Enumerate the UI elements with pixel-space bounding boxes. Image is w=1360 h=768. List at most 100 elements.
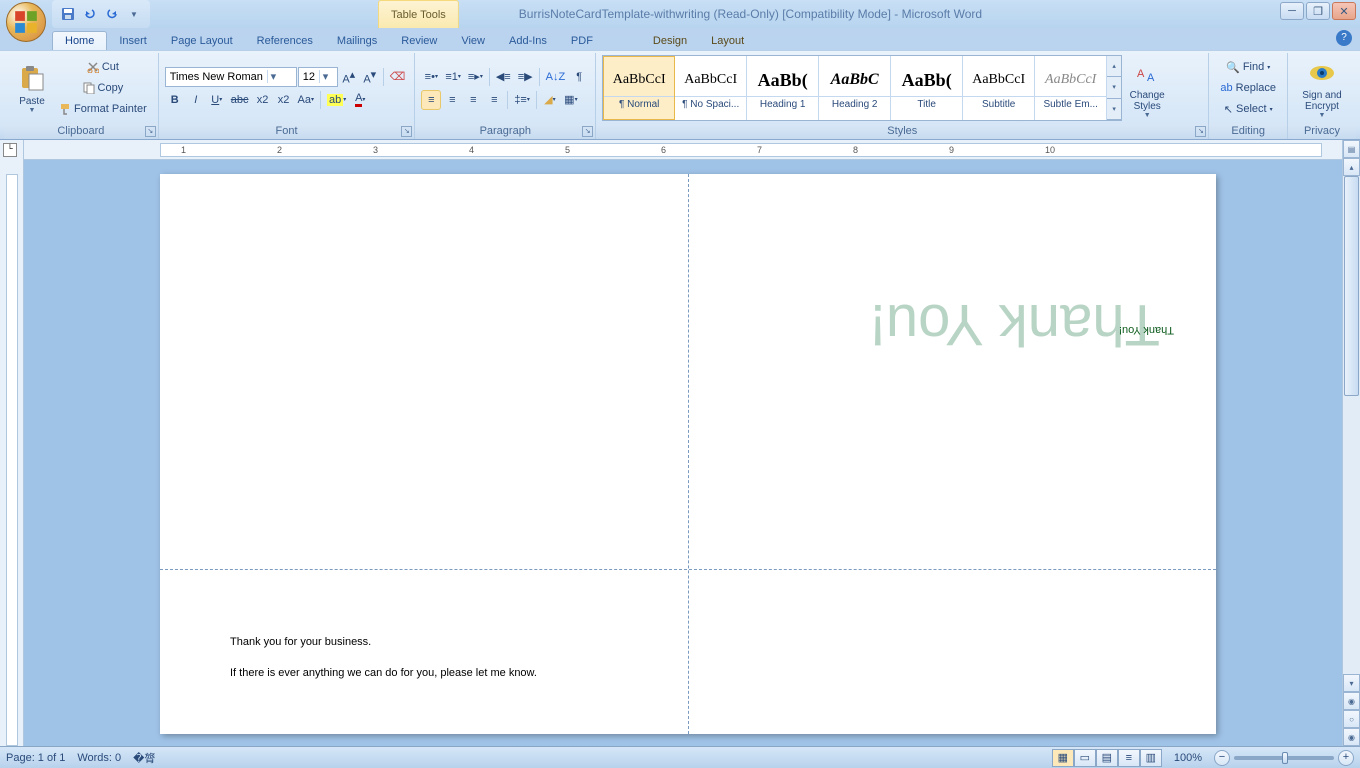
zoom-handle[interactable] xyxy=(1282,752,1288,764)
restore-button[interactable]: ❐ xyxy=(1306,2,1330,20)
style-normal[interactable]: AaBbCcI¶ Normal xyxy=(603,56,675,120)
scroll-down[interactable]: ▾ xyxy=(1343,674,1360,692)
document-page[interactable]: Thank You! Thank You! Thank you for your… xyxy=(160,174,1216,734)
undo-button[interactable] xyxy=(80,4,100,24)
status-page[interactable]: Page: 1 of 1 xyxy=(6,752,65,764)
select-button[interactable]: ↖Select ▾ xyxy=(1215,99,1281,119)
styles-gallery[interactable]: AaBbCcI¶ Normal AaBbCcI¶ No Spaci... AaB… xyxy=(602,55,1122,121)
align-left-button[interactable]: ≡ xyxy=(421,90,441,110)
redo-button[interactable] xyxy=(102,4,122,24)
style-subtitle[interactable]: AaBbCcISubtitle xyxy=(963,56,1035,120)
thank-you-wordart[interactable]: Thank You! Thank You! xyxy=(724,324,1174,335)
vertical-ruler[interactable]: └ xyxy=(0,140,24,746)
zoom-out-button[interactable]: − xyxy=(1214,750,1230,766)
contextual-tab-label: Table Tools xyxy=(378,0,459,28)
tab-design[interactable]: Design xyxy=(641,32,699,50)
help-button[interactable]: ? xyxy=(1336,30,1352,46)
scroll-up[interactable]: ▴ xyxy=(1343,158,1360,176)
change-styles-button[interactable]: AA Change Styles▼ xyxy=(1122,55,1172,121)
scroll-thumb[interactable] xyxy=(1344,176,1359,396)
status-language-icon[interactable]: �膂 xyxy=(133,750,155,766)
shading-button[interactable]: ◢▾ xyxy=(540,90,560,110)
line-spacing-button[interactable]: ‡≡▾ xyxy=(511,90,533,110)
prev-page[interactable]: ◉ xyxy=(1343,692,1360,710)
styles-launcher[interactable]: ↘ xyxy=(1195,126,1206,137)
replace-button[interactable]: abReplace xyxy=(1215,78,1281,98)
sign-encrypt-button[interactable]: Sign and Encrypt▼ xyxy=(1294,55,1350,121)
close-button[interactable]: ✕ xyxy=(1332,2,1356,20)
status-words[interactable]: Words: 0 xyxy=(77,752,121,764)
next-page[interactable]: ◉ xyxy=(1343,728,1360,746)
gallery-scroll[interactable]: ▴▾▾ xyxy=(1107,56,1121,120)
strikethrough-button[interactable]: abc xyxy=(228,90,252,110)
save-button[interactable] xyxy=(58,4,78,24)
office-button[interactable] xyxy=(6,2,46,42)
font-color-icon: A xyxy=(355,92,362,107)
vertical-scrollbar[interactable]: ▤ ▴ ▾ ◉ ○ ◉ xyxy=(1342,140,1360,746)
tab-view[interactable]: View xyxy=(449,32,497,50)
view-full-screen[interactable]: ▭ xyxy=(1074,749,1096,767)
qat-customize[interactable]: ▼ xyxy=(124,4,144,24)
browse-object[interactable]: ○ xyxy=(1343,710,1360,728)
format-painter-button[interactable]: Format Painter xyxy=(54,99,152,119)
view-print-layout[interactable]: ▦ xyxy=(1052,749,1074,767)
style-heading2[interactable]: AaBbCHeading 2 xyxy=(819,56,891,120)
align-center-button[interactable]: ≡ xyxy=(442,90,462,110)
font-color-button[interactable]: A▾ xyxy=(350,90,370,110)
zoom-level[interactable]: 100% xyxy=(1174,752,1202,764)
paragraph-launcher[interactable]: ↘ xyxy=(582,126,593,137)
multilevel-button[interactable]: ≡▸▾ xyxy=(465,67,486,87)
bold-button[interactable]: B xyxy=(165,90,185,110)
view-web-layout[interactable]: ▤ xyxy=(1096,749,1118,767)
increase-indent-button[interactable]: ≡▶ xyxy=(515,67,536,87)
tab-layout[interactable]: Layout xyxy=(699,32,756,50)
view-draft[interactable]: ▥ xyxy=(1140,749,1162,767)
find-button[interactable]: 🔍Find ▾ xyxy=(1215,57,1281,77)
numbering-button[interactable]: ≡1▾ xyxy=(442,67,464,87)
underline-button[interactable]: U ▾ xyxy=(207,90,227,110)
font-name-combo[interactable]: Times New Roman▾ xyxy=(165,67,297,87)
tab-selector[interactable]: └ xyxy=(3,143,17,157)
shrink-font-button[interactable]: A▾ xyxy=(360,67,380,87)
tab-references[interactable]: References xyxy=(245,32,325,50)
copy-button[interactable]: Copy xyxy=(54,78,152,98)
align-right-button[interactable]: ≡ xyxy=(463,90,483,110)
clipboard-launcher[interactable]: ↘ xyxy=(145,126,156,137)
superscript-button[interactable]: x2 xyxy=(274,90,294,110)
horizontal-ruler[interactable]: 12345678910 xyxy=(24,140,1342,160)
zoom-slider[interactable] xyxy=(1234,756,1334,760)
highlight-button[interactable]: ab▾ xyxy=(324,90,349,110)
view-outline[interactable]: ≡ xyxy=(1118,749,1140,767)
italic-button[interactable]: I xyxy=(186,90,206,110)
tab-mailings[interactable]: Mailings xyxy=(325,32,389,50)
cut-button[interactable]: Cut xyxy=(54,57,152,77)
show-marks-button[interactable]: ¶ xyxy=(569,67,589,87)
style-title[interactable]: AaBb(Title xyxy=(891,56,963,120)
zoom-in-button[interactable]: + xyxy=(1338,750,1354,766)
card-body-text[interactable]: Thank you for your business. If there is… xyxy=(230,634,660,695)
tab-insert[interactable]: Insert xyxy=(107,32,159,50)
justify-button[interactable]: ≡ xyxy=(484,90,504,110)
style-subtle-em[interactable]: AaBbCcISubtle Em... xyxy=(1035,56,1107,120)
sort-button[interactable]: A↓Z xyxy=(543,67,569,87)
change-case-button[interactable]: Aa▾ xyxy=(295,90,317,110)
tab-home[interactable]: Home xyxy=(52,31,107,50)
tab-addins[interactable]: Add-Ins xyxy=(497,32,559,50)
font-size-combo[interactable]: 12▾ xyxy=(298,67,338,87)
tab-pdf[interactable]: PDF xyxy=(559,32,605,50)
ruler-toggle[interactable]: ▤ xyxy=(1343,140,1360,158)
tab-review[interactable]: Review xyxy=(389,32,449,50)
subscript-button[interactable]: x2 xyxy=(253,90,273,110)
minimize-button[interactable]: ─ xyxy=(1280,2,1304,20)
font-launcher[interactable]: ↘ xyxy=(401,126,412,137)
grow-font-button[interactable]: A▴ xyxy=(339,67,359,87)
decrease-indent-button[interactable]: ◀≡ xyxy=(493,67,514,87)
style-heading1[interactable]: AaBb(Heading 1 xyxy=(747,56,819,120)
tab-page-layout[interactable]: Page Layout xyxy=(159,32,245,50)
group-label-font: Font xyxy=(276,125,298,137)
style-no-spacing[interactable]: AaBbCcI¶ No Spaci... xyxy=(675,56,747,120)
borders-button[interactable]: ▦▾ xyxy=(561,90,581,110)
paste-button[interactable]: Paste▼ xyxy=(10,55,54,121)
clear-formatting-button[interactable]: ⌫ xyxy=(387,67,409,87)
bullets-button[interactable]: ≡•▾ xyxy=(421,67,441,87)
